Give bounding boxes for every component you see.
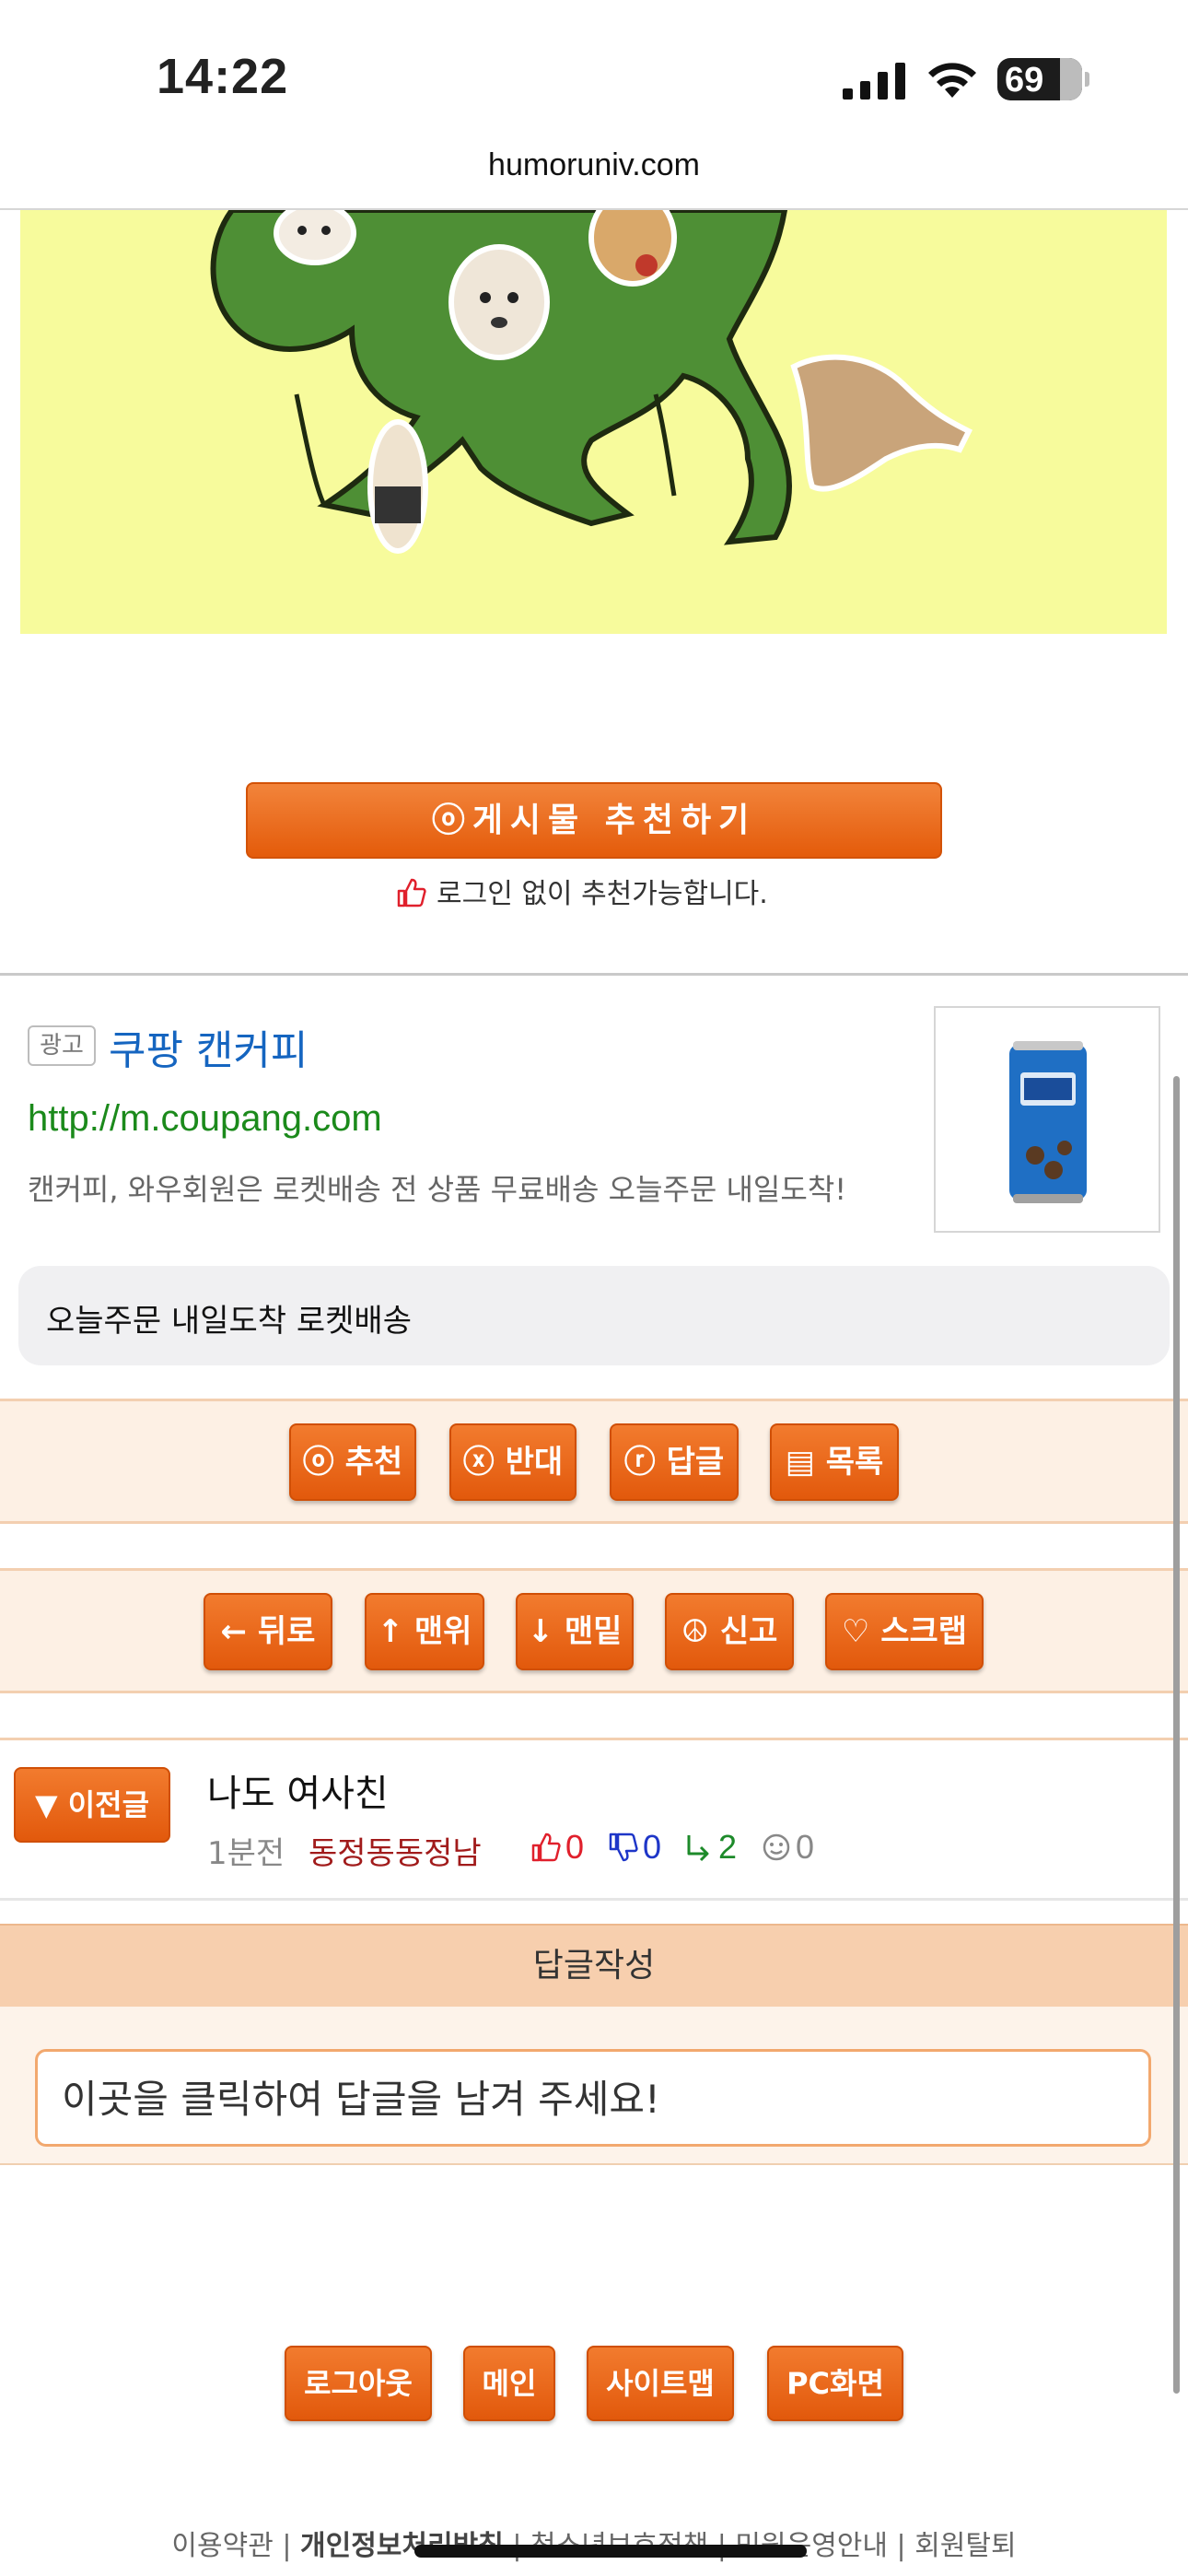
- list-button[interactable]: ▤ 목록: [770, 1423, 899, 1501]
- recommend-note: 로그인 없이 추천가능합니다.: [396, 871, 768, 911]
- reply-value: 2: [718, 1828, 738, 1866]
- prev-post-author[interactable]: 동정동동정남: [309, 1828, 482, 1873]
- ad-badge: 광고: [28, 1025, 96, 1066]
- ad-cta-pill[interactable]: 오늘주문 내일도착 로켓배송: [18, 1266, 1170, 1365]
- battery-level: 69: [1005, 61, 1044, 100]
- divider: [0, 1738, 1188, 1740]
- status-bar: 14:22 69: [0, 0, 1188, 138]
- withdraw-link[interactable]: 회원탈퇴: [914, 2530, 1016, 2562]
- reply-placeholder: 이곳을 클릭하여 답글을 남겨 주세요!: [62, 2077, 660, 2122]
- action-bar-primary: ⓞ 추천 ⓧ 반대 ⓡ 답글 ▤ 목록: [0, 1399, 1188, 1524]
- view-count: 0: [761, 1828, 814, 1867]
- ad-description: 캔커피, 와우회원은 로켓배송 전 상품 무료배송 오늘주문 내일도착!: [28, 1172, 847, 1207]
- divider: [0, 973, 1188, 976]
- action-bar-secondary: ← 뒤로 ↑ 맨위 ↓ 맨밑 ☮ 신고 ♡ 스크랩: [0, 1568, 1188, 1693]
- battery-icon: 69: [997, 58, 1089, 100]
- downvote-count: 0: [608, 1828, 661, 1867]
- oppose-button[interactable]: ⓧ 반대: [449, 1423, 577, 1501]
- reply-header: 답글작성: [0, 1924, 1188, 2007]
- scroll-top-button[interactable]: ↑ 맨위: [365, 1593, 484, 1670]
- ad-url-link[interactable]: http://m.coupang.com: [28, 1098, 382, 1140]
- home-indicator[interactable]: [414, 2545, 807, 2558]
- address-bar[interactable]: humoruniv.com: [0, 147, 1188, 183]
- reply-button[interactable]: ⓡ 답글: [610, 1423, 739, 1501]
- clock: 14:22: [157, 49, 289, 104]
- thumbs-up-icon: [397, 878, 426, 907]
- recommend-note-text: 로그인 없이 추천가능합니다.: [437, 878, 768, 910]
- view-value: 0: [796, 1828, 815, 1866]
- back-button[interactable]: ← 뒤로: [204, 1593, 332, 1670]
- upvote-value: 0: [565, 1828, 585, 1866]
- prev-post-title[interactable]: 나도 여사친: [207, 1763, 389, 1817]
- smiley-icon: [763, 1833, 790, 1861]
- sitemap-button[interactable]: 사이트맵: [587, 2346, 734, 2421]
- pc-view-button[interactable]: PC화면: [767, 2346, 903, 2421]
- downvote-value: 0: [643, 1828, 662, 1866]
- ad-title-link[interactable]: 쿠팡 캔커피: [109, 1017, 308, 1076]
- reply-arrow-icon: [687, 1835, 709, 1862]
- wifi-icon: [928, 63, 976, 98]
- divider: [0, 1898, 1188, 1901]
- recommend-button[interactable]: ⓞ 추천: [289, 1423, 416, 1501]
- post-image: [20, 210, 1167, 634]
- report-button[interactable]: ☮ 신고: [665, 1593, 794, 1670]
- ad-thumbnail[interactable]: [934, 1006, 1160, 1233]
- prev-post-time: 1분전: [207, 1835, 285, 1872]
- logout-button[interactable]: 로그아웃: [285, 2346, 432, 2421]
- terms-link[interactable]: 이용약관: [171, 2530, 273, 2562]
- thumbs-up-icon: [531, 1832, 561, 1862]
- cellular-signal-icon: [843, 63, 905, 100]
- reply-header-label: 답글작성: [532, 1947, 656, 1985]
- reply-count: 2: [683, 1828, 737, 1867]
- thumbs-down-icon: [609, 1832, 638, 1862]
- upvote-count: 0: [530, 1828, 584, 1867]
- prev-post-button[interactable]: ▼ 이전글: [14, 1767, 170, 1843]
- frog-dogs-illustration: [210, 210, 973, 554]
- scroll-bottom-button[interactable]: ↓ 맨밑: [516, 1593, 634, 1670]
- ad-cta-text: 오늘주문 내일도착 로켓배송: [46, 1303, 412, 1340]
- coffee-can-image: [1009, 1041, 1087, 1203]
- main-button[interactable]: 메인: [463, 2346, 555, 2421]
- scrollbar[interactable]: [1173, 1076, 1180, 2394]
- reply-input[interactable]: 이곳을 클릭하여 답글을 남겨 주세요!: [35, 2049, 1151, 2147]
- scrap-button[interactable]: ♡ 스크랩: [825, 1593, 984, 1670]
- recommend-post-button[interactable]: ⓞ게시물 추천하기: [246, 782, 942, 859]
